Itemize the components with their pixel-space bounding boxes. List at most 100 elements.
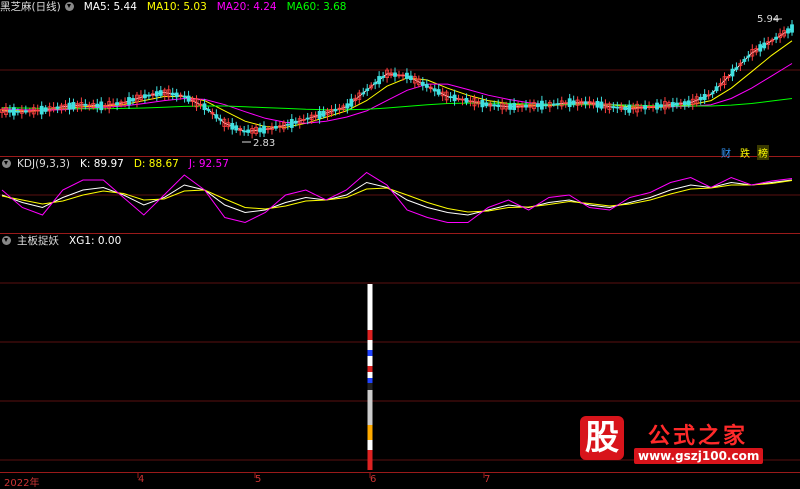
signal-bar-segment	[367, 284, 373, 318]
low-price-label: 2.83	[253, 138, 276, 149]
candle-body	[23, 110, 28, 113]
tag-drop[interactable]: 跌	[739, 145, 751, 160]
candle-body	[170, 92, 175, 96]
candle-body	[643, 105, 648, 110]
candle-body	[555, 103, 560, 106]
x-axis-label: 5	[255, 474, 262, 485]
candle-body	[746, 55, 751, 58]
candle-body	[774, 36, 779, 40]
candle-body	[143, 94, 147, 99]
x-axis-label: 7	[484, 474, 491, 485]
x-axis-label: 2022年	[4, 478, 40, 489]
candle-body	[432, 88, 437, 92]
candle-body	[95, 103, 100, 108]
candle-body	[734, 67, 739, 70]
candle-body	[242, 130, 247, 133]
candle-body	[686, 100, 691, 106]
candle-body	[512, 103, 517, 111]
x-axis-label: 6	[370, 474, 377, 485]
signal-bar-segment	[367, 330, 373, 340]
tag-finance[interactable]: 财	[720, 145, 732, 160]
chart-canvas[interactable]	[0, 0, 800, 488]
candle-body	[420, 81, 425, 86]
candle-body	[599, 101, 604, 109]
candle-body	[539, 100, 544, 110]
candle-body	[234, 125, 239, 131]
candle-body	[611, 106, 616, 109]
candle-body	[99, 101, 104, 111]
candle-body	[317, 111, 322, 119]
candle-body	[274, 125, 278, 129]
signal-bar-segment	[367, 350, 373, 356]
candle-body	[786, 28, 790, 34]
candle-body	[424, 83, 429, 88]
signal-bar-segment	[367, 366, 373, 372]
candle-body	[702, 94, 707, 100]
candle-body	[710, 92, 715, 95]
candle-body	[655, 102, 659, 110]
candle-body	[508, 103, 513, 110]
candle-body	[698, 96, 703, 101]
candle-body	[349, 98, 354, 107]
candle-body	[714, 86, 719, 92]
watermark-logo: 股 公式之家 www.gszj100.com	[568, 416, 778, 466]
candle-body	[67, 102, 72, 110]
series-ma20-line	[1, 63, 793, 124]
candle-body	[246, 129, 251, 133]
candle-body	[536, 103, 540, 108]
candle-body	[305, 117, 310, 120]
candle-body	[496, 104, 501, 108]
candle-body	[464, 97, 469, 103]
tag-rank[interactable]: 榜	[757, 145, 769, 160]
signal-bar-segment	[367, 356, 373, 366]
candle-body	[115, 102, 120, 106]
signal-bar-segment	[367, 383, 373, 390]
signal-bar-segment	[367, 340, 373, 350]
candle-body	[214, 114, 219, 119]
candle-body	[182, 95, 187, 98]
watermark-url: www.gszj100.com	[634, 448, 764, 464]
candle-body	[15, 110, 20, 113]
candle-body	[583, 101, 588, 104]
candle-body	[480, 99, 485, 108]
candle-body	[671, 102, 675, 107]
candle-body	[174, 92, 179, 98]
candle-body	[543, 104, 548, 107]
candle-body	[321, 110, 326, 117]
candle-body	[71, 102, 76, 110]
candle-body	[571, 100, 576, 105]
candle-body	[55, 106, 60, 109]
candle-body	[373, 82, 378, 85]
candle-body	[405, 72, 409, 79]
candle-body	[682, 101, 687, 106]
candle-body	[393, 72, 397, 77]
candle-body	[674, 102, 679, 106]
candle-body	[289, 118, 294, 128]
candle-body	[12, 107, 16, 116]
candle-body	[484, 102, 489, 107]
candle-body	[742, 59, 747, 62]
candle-body	[218, 118, 223, 121]
candle-body	[730, 68, 735, 77]
candle-body	[186, 95, 191, 102]
signal-bar-segment	[367, 390, 373, 425]
candle-body	[39, 105, 44, 115]
candle-body	[262, 125, 266, 134]
candle-body	[408, 75, 413, 80]
candle-body	[448, 96, 453, 99]
x-axis-label: 4	[138, 474, 145, 485]
candle-body	[131, 98, 135, 102]
candle-body	[452, 94, 457, 102]
signal-bar-segment	[367, 440, 373, 450]
candle-body	[285, 123, 290, 126]
high-price-label: 5.94	[757, 14, 780, 25]
candle-body	[615, 106, 620, 109]
signal-bar-segment	[367, 318, 373, 330]
candle-body	[230, 122, 235, 130]
candle-body	[365, 88, 370, 92]
candle-body	[202, 103, 207, 111]
candle-body	[8, 109, 12, 113]
candle-body	[627, 104, 632, 113]
watermark-char: 股	[580, 416, 624, 460]
candle-body	[154, 91, 159, 97]
